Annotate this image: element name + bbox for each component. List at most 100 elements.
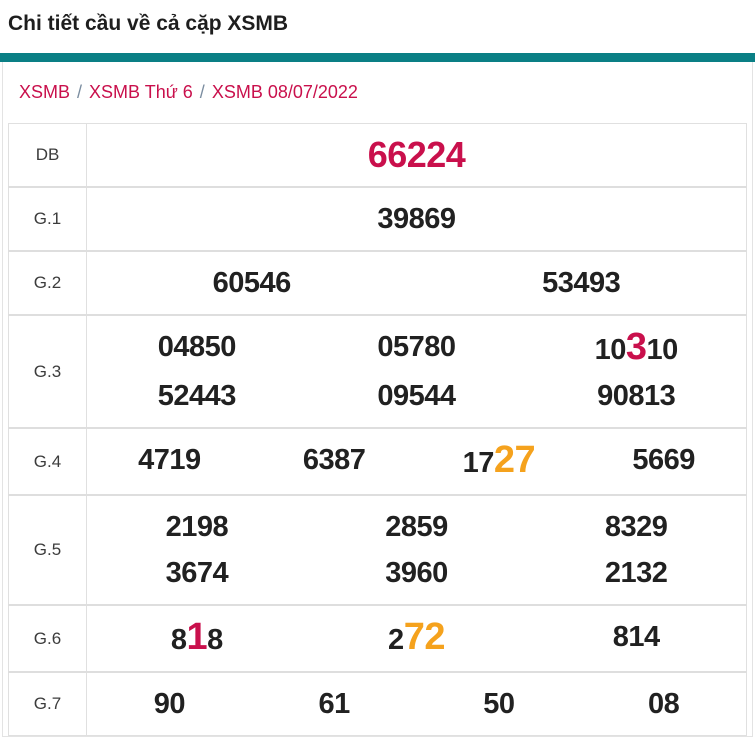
prize-number-line: 90 61 50 08 bbox=[87, 681, 746, 727]
digit-segment: 90 bbox=[154, 688, 185, 720]
prize-label: G.1 bbox=[9, 187, 87, 251]
prize-number: 08 bbox=[581, 681, 746, 727]
digit-segment: 2 bbox=[388, 624, 404, 656]
prize-label: G.6 bbox=[9, 605, 87, 672]
prize-number: 60546 bbox=[87, 260, 417, 306]
prize-number: 90813 bbox=[526, 373, 746, 419]
digit-segment: 8329 bbox=[605, 511, 668, 543]
prize-row: G.3 04850 05780 10310 52443 09544 90813 bbox=[9, 315, 747, 428]
digit-segment: 09544 bbox=[377, 380, 455, 412]
prize-row: G.2 60546 53493 bbox=[9, 251, 747, 315]
digit-segment: 4719 bbox=[138, 444, 201, 476]
prize-values: 2198 2859 8329 3674 3960 2132 bbox=[87, 495, 747, 605]
digit-segment: 05780 bbox=[377, 331, 455, 363]
prize-number: 3960 bbox=[307, 550, 527, 596]
prize-number: 818 bbox=[87, 614, 307, 663]
prize-number: 10310 bbox=[526, 324, 746, 373]
prize-number: 53493 bbox=[417, 260, 747, 306]
digit-segment: 814 bbox=[613, 621, 660, 653]
prize-label: G.3 bbox=[9, 315, 87, 428]
page-title: Chi tiết cầu về cả cặp XSMB bbox=[8, 12, 755, 36]
prize-number-line: 4719 6387 1727 5669 bbox=[87, 437, 746, 486]
prize-values: 818272814 bbox=[87, 605, 747, 672]
prize-number: 8329 bbox=[526, 504, 746, 550]
digit-segment: 39869 bbox=[377, 203, 455, 235]
prize-values: 90 61 50 08 bbox=[87, 672, 747, 736]
prize-row: G.4 4719 6387 1727 5669 bbox=[9, 428, 747, 495]
prize-number-line: 3674 3960 2132 bbox=[87, 550, 746, 596]
prize-number: 50 bbox=[417, 681, 582, 727]
prize-number-line: 04850 05780 10310 bbox=[87, 324, 746, 373]
digit-segment: 2132 bbox=[605, 557, 668, 589]
prize-row: G.5 2198 2859 8329 3674 3960 2132 bbox=[9, 495, 747, 605]
prize-number: 4719 bbox=[87, 437, 252, 486]
prize-label: DB bbox=[9, 124, 87, 188]
prize-label: G.2 bbox=[9, 251, 87, 315]
prize-number: 61 bbox=[252, 681, 417, 727]
digit-segment: 04850 bbox=[158, 331, 236, 363]
prize-number-line: 2198 2859 8329 bbox=[87, 504, 746, 550]
prize-number-line: 60546 53493 bbox=[87, 260, 746, 306]
breadcrumb: XSMB / XSMB Thứ 6 / XSMB 08/07/2022 bbox=[3, 62, 752, 123]
prize-values: 60546 53493 bbox=[87, 251, 747, 315]
prize-number-line: 52443 09544 90813 bbox=[87, 373, 746, 419]
prize-label: G.5 bbox=[9, 495, 87, 605]
digit-segment: 66224 bbox=[368, 134, 466, 175]
prize-values: 39869 bbox=[87, 187, 747, 251]
prize-number: 5669 bbox=[581, 437, 746, 486]
prize-number: 66224 bbox=[87, 132, 746, 178]
prize-number: 09544 bbox=[307, 373, 527, 419]
prize-number-line: 66224 bbox=[87, 132, 746, 178]
breadcrumb-link-xsmb[interactable]: XSMB bbox=[19, 82, 70, 102]
prize-number: 2198 bbox=[87, 504, 307, 550]
prize-number: 2859 bbox=[307, 504, 527, 550]
digit-segment: 17 bbox=[463, 447, 494, 479]
prize-number: 05780 bbox=[307, 324, 527, 373]
prize-number: 2132 bbox=[526, 550, 746, 596]
digit-segment: 8 bbox=[207, 624, 223, 656]
prize-number: 3674 bbox=[87, 550, 307, 596]
highlighted-digit: 27 bbox=[494, 439, 535, 481]
digit-segment: 08 bbox=[648, 688, 679, 720]
prize-number: 39869 bbox=[87, 196, 746, 242]
prize-label: G.7 bbox=[9, 672, 87, 736]
digit-segment: 6387 bbox=[303, 444, 366, 476]
highlighted-digit: 1 bbox=[187, 616, 208, 658]
prize-row: DB 66224 bbox=[9, 124, 747, 188]
digit-segment: 10 bbox=[595, 334, 626, 366]
prize-number: 814 bbox=[526, 614, 746, 663]
digit-segment: 2198 bbox=[166, 511, 229, 543]
prize-number: 6387 bbox=[252, 437, 417, 486]
breadcrumb-separator: / bbox=[200, 82, 205, 102]
prize-label: G.4 bbox=[9, 428, 87, 495]
prize-row: G.7 90 61 50 08 bbox=[9, 672, 747, 736]
prize-values: 04850 05780 10310 52443 09544 90813 bbox=[87, 315, 747, 428]
prize-row: G.6818272814 bbox=[9, 605, 747, 672]
prize-table: DB 66224 G.1 39869 G.2 60546 53493 G.3 04850 0578… bbox=[8, 123, 747, 736]
digit-segment: 2859 bbox=[385, 511, 448, 543]
breadcrumb-link-xsmb-date[interactable]: XSMB 08/07/2022 bbox=[212, 82, 358, 102]
digit-segment: 5669 bbox=[632, 444, 695, 476]
digit-segment: 10 bbox=[647, 334, 678, 366]
prize-number-line: 818272814 bbox=[87, 614, 746, 663]
digit-segment: 60546 bbox=[213, 267, 291, 299]
prize-number: 272 bbox=[307, 614, 527, 663]
highlighted-digit: 72 bbox=[404, 616, 445, 658]
prize-values: 66224 bbox=[87, 124, 747, 188]
digit-segment: 90813 bbox=[597, 380, 675, 412]
prize-number: 52443 bbox=[87, 373, 307, 419]
prize-table-body: DB 66224 G.1 39869 G.2 60546 53493 G.3 04850 0578… bbox=[9, 124, 747, 736]
prize-number-line: 39869 bbox=[87, 196, 746, 242]
digit-segment: 53493 bbox=[542, 267, 620, 299]
digit-segment: 3674 bbox=[166, 557, 229, 589]
prize-number: 1727 bbox=[417, 437, 582, 486]
digit-segment: 3960 bbox=[385, 557, 448, 589]
teal-divider bbox=[0, 53, 755, 62]
breadcrumb-separator: / bbox=[77, 82, 82, 102]
digit-segment: 52443 bbox=[158, 380, 236, 412]
digit-segment: 50 bbox=[483, 688, 514, 720]
breadcrumb-link-xsmb-thu-6[interactable]: XSMB Thứ 6 bbox=[89, 82, 193, 102]
prize-number: 90 bbox=[87, 681, 252, 727]
prize-row: G.1 39869 bbox=[9, 187, 747, 251]
prize-number: 04850 bbox=[87, 324, 307, 373]
